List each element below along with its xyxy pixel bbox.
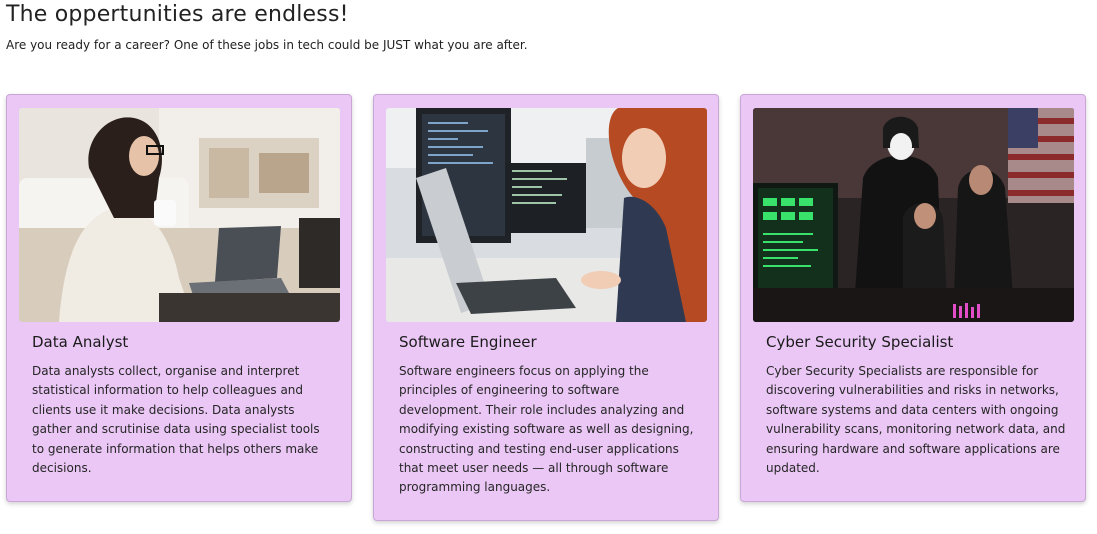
page-title: The oppertunities are endless! xyxy=(6,2,349,27)
career-card-data-analyst: Data Analyst Data analysts collect, orga… xyxy=(6,94,352,502)
card-title: Software Engineer xyxy=(399,333,537,351)
page: The oppertunities are endless! Are you r… xyxy=(0,0,1097,534)
cyber-security-photo xyxy=(753,108,1074,322)
career-card-cyber-security-specialist: Cyber Security Specialist Cyber Security… xyxy=(740,94,1086,502)
card-description: Data analysts collect, organise and inte… xyxy=(32,364,320,476)
career-card-software-engineer: Software Engineer Software engineers foc… xyxy=(373,94,719,521)
card-description: Cyber Security Specialists are responsib… xyxy=(766,364,1066,476)
card-description: Software engineers focus on applying the… xyxy=(399,364,694,495)
software-engineer-photo xyxy=(386,108,707,322)
card-title: Data Analyst xyxy=(32,333,129,351)
card-title: Cyber Security Specialist xyxy=(766,333,954,351)
data-analyst-photo xyxy=(19,108,340,322)
page-subtitle: Are you ready for a career? One of these… xyxy=(6,38,528,52)
